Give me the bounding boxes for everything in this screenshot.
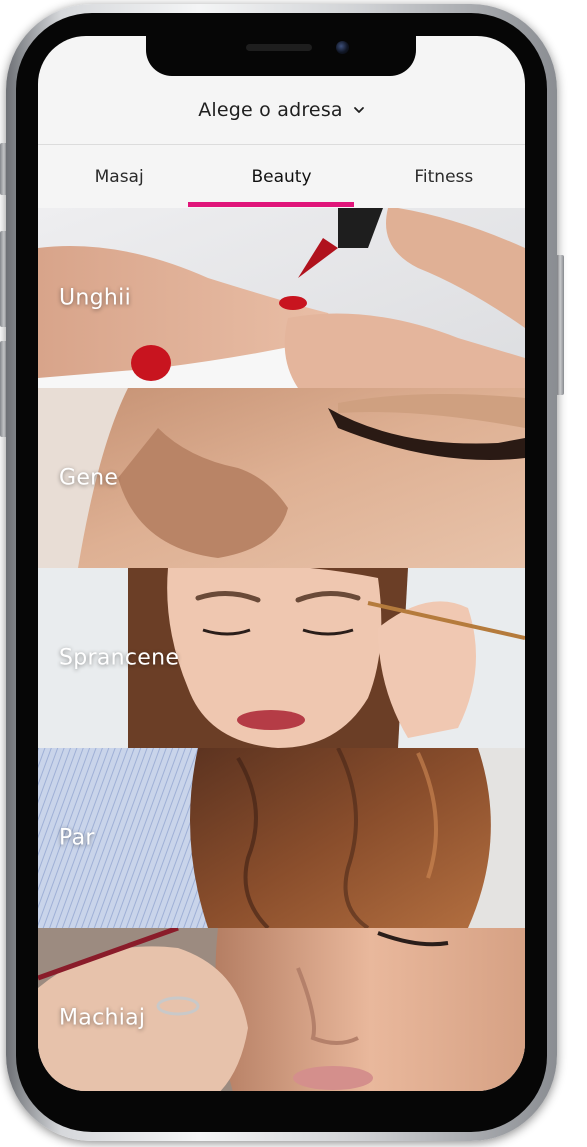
- address-selector[interactable]: Alege o adresa: [38, 76, 525, 144]
- hair-photo: [38, 748, 525, 928]
- notch: [146, 36, 416, 76]
- category-tile-sprancene[interactable]: Sprancene: [38, 568, 525, 748]
- category-list: Unghii Gene Sprancene Par Machiaj: [38, 208, 525, 1091]
- app-screen: Alege o adresa Masaj Beauty Fitness Ungh…: [38, 36, 525, 1091]
- category-label: Machiaj: [59, 1005, 146, 1031]
- earpiece-speaker: [246, 44, 312, 51]
- tab-masaj[interactable]: Masaj: [38, 145, 200, 208]
- power-button: [556, 255, 564, 395]
- category-tile-gene[interactable]: Gene: [38, 388, 525, 568]
- page: Alege o adresa Masaj Beauty Fitness Ungh…: [0, 0, 587, 1147]
- tab-beauty[interactable]: Beauty: [200, 145, 362, 208]
- address-label: Alege o adresa: [198, 99, 343, 121]
- category-label: Gene: [59, 465, 119, 491]
- category-tabs: Masaj Beauty Fitness: [38, 145, 525, 208]
- category-tile-unghii[interactable]: Unghii: [38, 208, 525, 388]
- category-tile-par[interactable]: Par: [38, 748, 525, 928]
- category-label: Sprancene: [59, 645, 180, 671]
- tab-fitness[interactable]: Fitness: [363, 145, 525, 208]
- active-tab-indicator: [188, 202, 354, 207]
- front-camera: [336, 41, 349, 54]
- chevron-down-icon: [353, 107, 364, 113]
- category-label: Par: [59, 825, 95, 851]
- category-tile-machiaj[interactable]: Machiaj: [38, 928, 525, 1091]
- category-label: Unghii: [59, 285, 131, 311]
